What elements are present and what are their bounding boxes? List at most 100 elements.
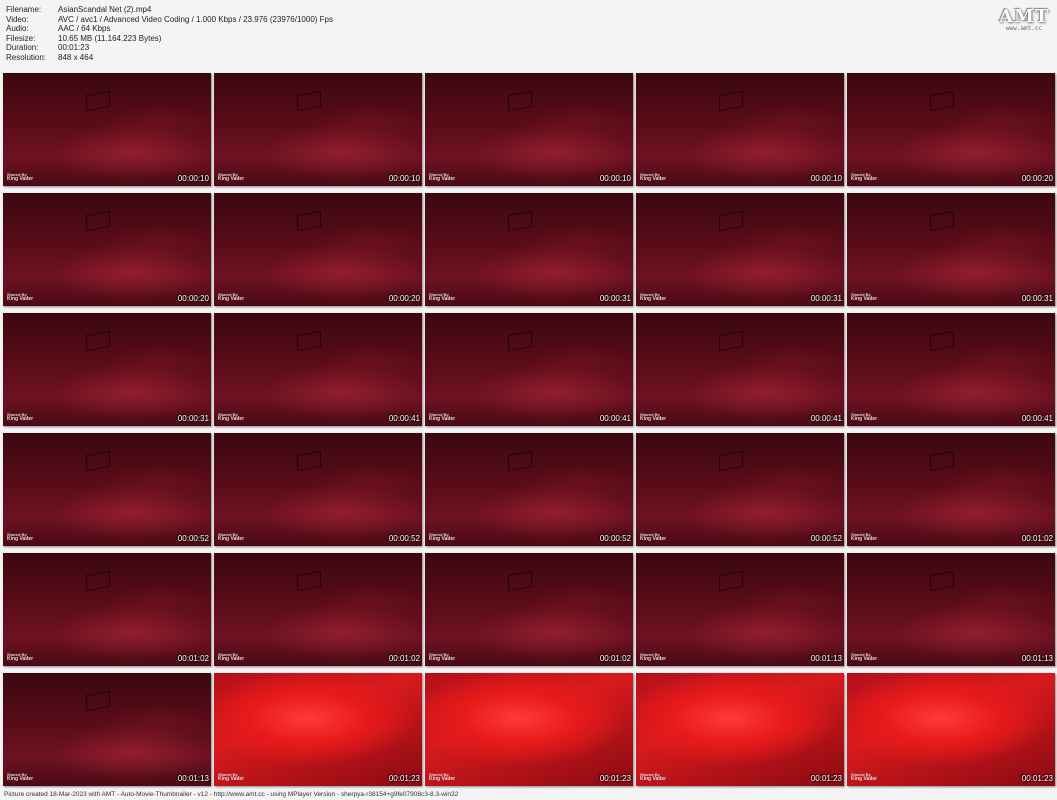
- watermark-line2: King Vader: [429, 536, 456, 542]
- timestamp: 00:01:13: [1021, 654, 1053, 663]
- timestamp: 00:00:31: [810, 294, 842, 303]
- timestamp: 00:01:13: [177, 774, 209, 783]
- timestamp: 00:00:31: [1021, 294, 1053, 303]
- thumbnail-frame: Shared By King Vader 00:00:31: [847, 193, 1055, 306]
- thumbnail-grid: Shared By King Vader 00:00:10 Shared By King…: [3, 73, 1055, 786]
- watermark: Shared By King Vader: [429, 532, 455, 542]
- thumbnail-frame: Shared By King Vader 00:00:10: [214, 73, 422, 186]
- logo-url: www.amt.cc: [1005, 25, 1043, 32]
- timestamp: 00:01:02: [388, 654, 420, 663]
- timestamp: 00:01:23: [388, 774, 420, 783]
- watermark-line2: King Vader: [218, 656, 245, 662]
- logo-text: AMT: [999, 6, 1050, 27]
- timestamp: 00:00:52: [599, 534, 631, 543]
- thumbnail-frame: Shared By King Vader 00:01:23: [425, 673, 633, 786]
- thumbnail-frame: Shared By King Vader 00:00:10: [636, 73, 844, 186]
- watermark: Shared By King Vader: [218, 652, 244, 662]
- thumbnail-frame: Shared By King Vader 00:00:41: [847, 313, 1055, 426]
- video-row: Video: AVC / avc1 / Advanced Video Coding…: [6, 15, 333, 25]
- thumbnail-frame: Shared By King Vader 00:00:31: [3, 313, 211, 426]
- watermark-line2: King Vader: [429, 656, 456, 662]
- watermark-line2: King Vader: [7, 416, 34, 422]
- watermark-line2: King Vader: [640, 176, 667, 182]
- watermark-line2: King Vader: [218, 176, 245, 182]
- thumbnail-frame: Shared By King Vader 00:00:41: [425, 313, 633, 426]
- watermark: Shared By King Vader: [7, 292, 33, 302]
- timestamp: 00:00:20: [1021, 174, 1053, 183]
- audio-label: Audio:: [6, 24, 29, 34]
- timestamp: 00:00:20: [388, 294, 420, 303]
- watermark-line2: King Vader: [851, 176, 878, 182]
- thumbnail-frame: Shared By King Vader 00:00:10: [425, 73, 633, 186]
- wall-picture-frame: [297, 211, 322, 232]
- wall-picture-frame: [508, 211, 533, 232]
- thumbnail-frame: Shared By King Vader 00:00:31: [636, 193, 844, 306]
- watermark-line2: King Vader: [7, 296, 34, 302]
- thumbnail-frame: Shared By King Vader 00:00:52: [3, 433, 211, 546]
- watermark: Shared By King Vader: [218, 532, 244, 542]
- timestamp: 00:00:31: [599, 294, 631, 303]
- wall-picture-frame: [930, 331, 955, 352]
- watermark-line2: King Vader: [218, 536, 245, 542]
- thumbnail-frame: Shared By King Vader 00:01:23: [847, 673, 1055, 786]
- watermark: Shared By King Vader: [429, 772, 455, 782]
- timestamp: 00:01:13: [810, 654, 842, 663]
- thumbnail-frame: Shared By King Vader 00:01:02: [3, 553, 211, 666]
- wall-picture-frame: [719, 451, 744, 472]
- watermark: Shared By King Vader: [429, 172, 455, 182]
- thumbnail-frame: Shared By King Vader 00:00:41: [214, 313, 422, 426]
- watermark-line2: King Vader: [640, 416, 667, 422]
- watermark-line2: King Vader: [429, 416, 456, 422]
- resolution-value: 848 x 464: [58, 52, 94, 62]
- watermark-line2: King Vader: [7, 656, 34, 662]
- watermark: Shared By King Vader: [851, 412, 877, 422]
- timestamp: 00:00:41: [388, 414, 420, 423]
- thumbnail-frame: Shared By King Vader 00:00:20: [214, 193, 422, 306]
- wall-picture-frame: [719, 91, 744, 112]
- watermark-line2: King Vader: [429, 296, 456, 302]
- file-info-panel: Filename: AsianScandal Net (2).mp4 Video:…: [6, 5, 333, 63]
- thumbnail-frame: Shared By King Vader 00:01:23: [636, 673, 844, 786]
- watermark: Shared By King Vader: [429, 652, 455, 662]
- watermark: Shared By King Vader: [429, 292, 455, 302]
- timestamp: 00:01:23: [599, 774, 631, 783]
- filesize-value: 10.65 MB (11.164.223 Bytes): [58, 33, 162, 43]
- resolution-row: Resolution: 848 x 464: [6, 53, 333, 63]
- watermark: Shared By King Vader: [7, 172, 33, 182]
- filesize-label: Filesize:: [6, 33, 36, 43]
- timestamp: 00:00:41: [599, 414, 631, 423]
- timestamp: 00:00:41: [1021, 414, 1053, 423]
- video-value: AVC / avc1 / Advanced Video Coding / 1.0…: [58, 14, 333, 24]
- watermark: Shared By King Vader: [429, 412, 455, 422]
- watermark-line2: King Vader: [640, 536, 667, 542]
- wall-picture-frame: [86, 211, 111, 232]
- watermark-line2: King Vader: [851, 656, 878, 662]
- watermark: Shared By King Vader: [7, 652, 33, 662]
- wall-picture-frame: [508, 331, 533, 352]
- wall-picture-frame: [508, 451, 533, 472]
- footer-caption: Picture created 18-Mar-2023 with AMT - A…: [4, 791, 459, 798]
- watermark: Shared By King Vader: [640, 772, 666, 782]
- watermark-line2: King Vader: [640, 776, 667, 782]
- wall-picture-frame: [297, 451, 322, 472]
- watermark: Shared By King Vader: [851, 172, 877, 182]
- wall-picture-frame: [930, 91, 955, 112]
- thumbnail-frame: Shared By King Vader 00:00:52: [636, 433, 844, 546]
- resolution-label: Resolution:: [6, 52, 47, 62]
- watermark-line2: King Vader: [640, 656, 667, 662]
- watermark-line2: King Vader: [218, 776, 245, 782]
- watermark-line2: King Vader: [640, 296, 667, 302]
- wall-picture-frame: [719, 331, 744, 352]
- filename-row: Filename: AsianScandal Net (2).mp4: [6, 5, 333, 15]
- timestamp: 00:01:02: [1021, 534, 1053, 543]
- wall-picture-frame: [86, 331, 111, 352]
- timestamp: 00:01:23: [1021, 774, 1053, 783]
- watermark: Shared By King Vader: [7, 412, 33, 422]
- wall-picture-frame: [86, 451, 111, 472]
- timestamp: 00:00:20: [177, 294, 209, 303]
- wall-picture-frame: [86, 91, 111, 112]
- watermark: Shared By King Vader: [851, 292, 877, 302]
- watermark-line2: King Vader: [851, 296, 878, 302]
- audio-row: Audio: AAC / 64 Kbps: [6, 24, 333, 34]
- wall-picture-frame: [297, 331, 322, 352]
